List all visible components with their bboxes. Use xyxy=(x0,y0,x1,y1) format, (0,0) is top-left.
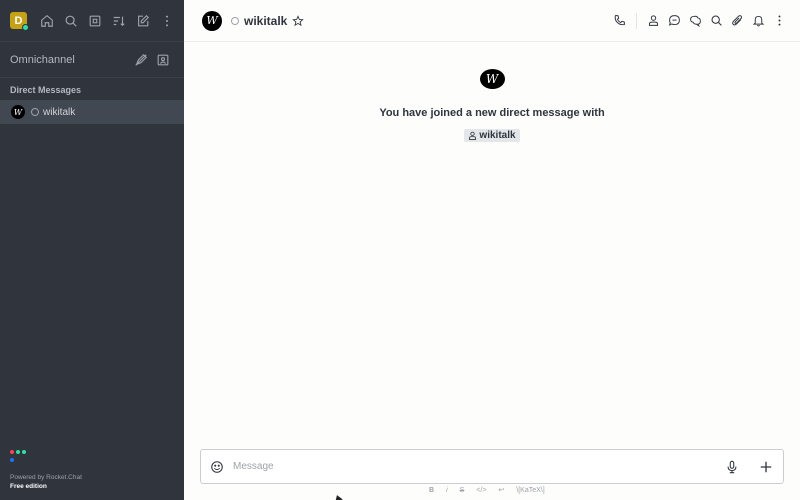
italic-button[interactable]: i xyxy=(446,487,448,494)
offline-status-icon xyxy=(231,16,239,25)
directory-button[interactable] xyxy=(83,9,107,33)
room-header: W wikitalk xyxy=(184,0,800,42)
sidebar-menu-button[interactable] xyxy=(155,9,179,33)
room-avatar-letter: W xyxy=(485,72,499,86)
powered-by-text: Powered by Rocket.Chat xyxy=(10,474,82,481)
edition-text: Free edition xyxy=(10,483,47,490)
room-title[interactable]: wikitalk xyxy=(244,14,287,28)
chip-username: wikitalk xyxy=(479,130,516,141)
offline-status-icon xyxy=(31,108,39,116)
threads-button[interactable] xyxy=(685,9,706,33)
add-content-button[interactable] xyxy=(749,460,783,474)
user-icon xyxy=(469,131,477,140)
queue-icon xyxy=(135,53,148,66)
sidebar: D Omnichannel Direct Messages W wikitalk… xyxy=(0,0,184,500)
omnichannel-section: Omnichannel xyxy=(0,42,184,78)
multiline-button[interactable]: ↩ xyxy=(498,486,504,494)
attachment-icon xyxy=(732,15,743,26)
sidebar-footer: Powered by Rocket.Chat Free edition xyxy=(10,450,82,490)
room-avatar-large: W xyxy=(479,69,505,89)
sidebar-header: D xyxy=(0,0,184,42)
call-button[interactable] xyxy=(609,9,630,33)
joined-text: You have joined a new direct message wit… xyxy=(379,107,605,119)
emoji-button[interactable] xyxy=(201,460,233,474)
audio-message-button[interactable] xyxy=(715,460,749,474)
dm-start-message: W You have joined a new direct message w… xyxy=(184,69,800,145)
room-menu-button[interactable] xyxy=(769,9,790,33)
direct-messages-section-title: Direct Messages xyxy=(10,85,82,95)
user-avatar[interactable]: D xyxy=(10,12,29,31)
user-initial: D xyxy=(14,14,23,27)
sidebar-item-wikitalk[interactable]: W wikitalk xyxy=(0,100,184,124)
discussion-button[interactable] xyxy=(664,9,685,33)
message-composer xyxy=(200,449,784,484)
microphone-icon xyxy=(727,460,737,473)
sort-button[interactable] xyxy=(107,9,131,33)
rocket-chat-logo-icon xyxy=(10,450,30,466)
omnichannel-queue-button[interactable] xyxy=(130,48,152,72)
room-main: W wikitalk W You have joined a new direc… xyxy=(184,0,800,500)
sidebar-item-label: wikitalk xyxy=(43,106,76,118)
kebab-icon xyxy=(778,15,781,26)
room-avatar[interactable]: W xyxy=(202,10,222,31)
contact-center-icon xyxy=(157,54,169,65)
omnichannel-label: Omnichannel xyxy=(10,53,75,66)
threads-icon xyxy=(690,15,701,27)
discussion-icon xyxy=(668,15,680,26)
user-info-icon xyxy=(648,15,659,26)
emoji-icon xyxy=(211,460,223,473)
katex-button[interactable]: \[KaTeX\] xyxy=(516,487,544,494)
search-icon xyxy=(65,15,77,27)
bell-icon xyxy=(752,15,765,27)
dm-avatar-letter: W xyxy=(13,107,23,117)
online-status-dot xyxy=(22,24,29,31)
code-button[interactable]: </> xyxy=(476,487,486,494)
header-actions xyxy=(609,9,800,33)
sort-icon xyxy=(113,16,125,26)
bold-button[interactable]: B xyxy=(429,487,434,494)
message-input[interactable] xyxy=(233,461,715,472)
notifications-button[interactable] xyxy=(748,9,769,33)
create-new-button[interactable] xyxy=(131,9,155,33)
dm-avatar: W xyxy=(11,105,25,119)
call-icon xyxy=(614,15,625,26)
write-icon xyxy=(138,14,150,26)
mouse-cursor-icon xyxy=(333,493,343,500)
plus-icon xyxy=(760,461,772,472)
files-button[interactable] xyxy=(727,9,748,33)
contact-center-button[interactable] xyxy=(152,48,174,72)
formatting-toolbar: B i S </> ↩ \[KaTeX\] xyxy=(429,486,557,495)
star-icon[interactable] xyxy=(292,14,305,27)
home-button[interactable] xyxy=(35,9,59,33)
user-info-button[interactable] xyxy=(643,9,664,33)
home-icon xyxy=(41,14,53,27)
kebab-icon xyxy=(165,15,169,26)
directory-icon xyxy=(89,15,101,26)
header-divider xyxy=(636,12,637,29)
search-icon xyxy=(711,15,722,26)
search-messages-button[interactable] xyxy=(706,9,727,33)
strike-button[interactable]: S xyxy=(460,487,465,494)
room-avatar-letter: W xyxy=(206,14,218,27)
search-button[interactable] xyxy=(59,9,83,33)
user-mention-chip[interactable]: wikitalk xyxy=(464,129,520,142)
